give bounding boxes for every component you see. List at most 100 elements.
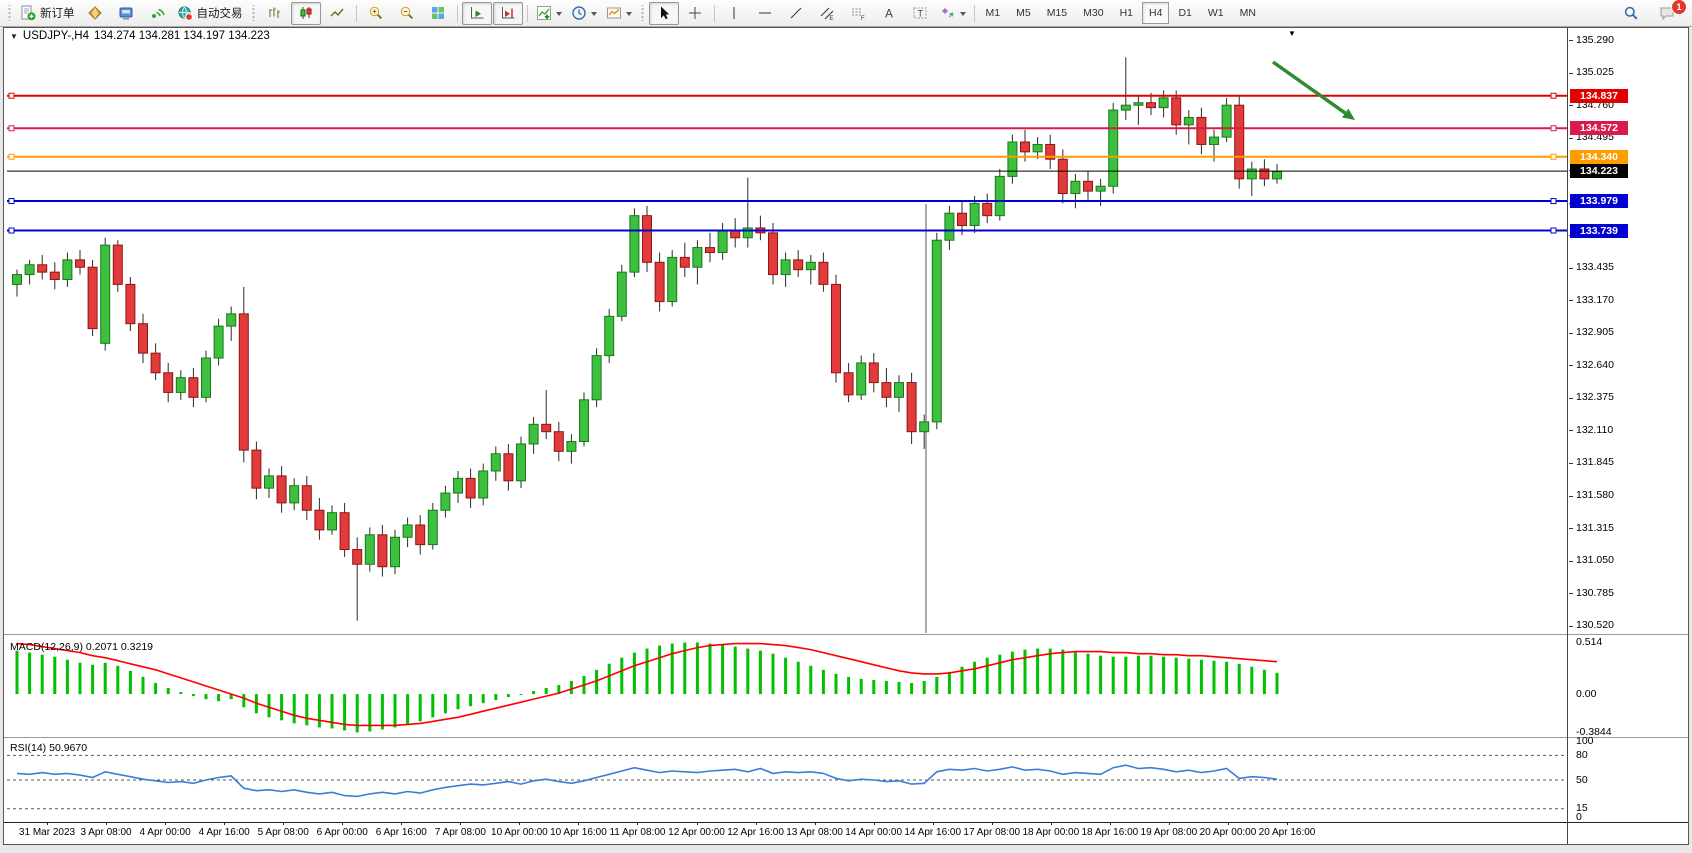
zoom-in-button[interactable] [361,2,391,25]
new-order-button[interactable]: 新订单 [16,2,79,25]
candle-body [1210,137,1219,144]
metaeditor-button[interactable] [111,2,141,25]
price-chart-plot[interactable] [7,34,1567,633]
price-tick-label: 132.640 [1576,359,1614,372]
line-chart-button[interactable] [322,2,352,25]
chart-shift-button[interactable] [493,2,523,25]
price-tick-label: 130.520 [1576,619,1614,632]
timeframe-m30[interactable]: M30 [1076,2,1110,24]
shapes-tool-button[interactable] [936,2,970,25]
horizontal-line-tool-button[interactable] [750,2,780,25]
candle-body [781,260,790,275]
line-end-marker[interactable] [9,199,14,204]
bar-chart-button[interactable] [260,2,290,25]
rsi-panel-plot[interactable] [7,739,1567,821]
notifications-button[interactable]: 1 [1652,2,1682,25]
timeframe-m1[interactable]: M1 [979,2,1008,24]
auto-trading-button[interactable]: 自动交易 [173,2,247,25]
panel-divider[interactable] [4,737,1688,741]
price-tick-label: 135.025 [1576,66,1614,79]
timeframe-h4[interactable]: H4 [1142,2,1169,24]
candle-body [277,476,286,503]
candle-body [214,326,223,358]
macd-histogram-bar [1200,660,1203,694]
fibonacci-tool-button[interactable]: F [843,2,873,25]
macd-histogram-bar [507,694,510,697]
time-axis-label: 3 Apr 08:00 [80,827,131,838]
macd-histogram-bar [129,671,132,694]
line-end-marker[interactable] [9,154,14,159]
vertical-line-tool-button[interactable] [719,2,749,25]
channel-tool-button[interactable]: E [812,2,842,25]
timeframe-mn[interactable]: MN [1233,2,1263,24]
macd-histogram-bar [41,655,44,694]
trendline-tool-button[interactable] [781,2,811,25]
time-axis-label: 20 Apr 16:00 [1259,827,1316,838]
chart-symbol-period: USDJPY-,H4 [23,30,89,42]
time-tick-mark [106,822,107,825]
periods-button[interactable] [567,2,601,25]
candle-body [328,513,337,530]
chart-title[interactable]: ▼ USDJPY-,H4 134.274 134.281 134.197 134… [10,30,270,42]
panel-divider[interactable] [4,634,1688,638]
candle-body [416,525,425,545]
line-end-marker[interactable] [9,228,14,233]
zoom-out-button[interactable] [392,2,422,25]
macd-histogram-bar [532,691,535,694]
time-tick-mark [460,822,461,825]
time-axis[interactable]: 31 Mar 20233 Apr 08:004 Apr 00:004 Apr 1… [7,825,1567,841]
crosshair-button[interactable] [680,2,710,25]
price-axis[interactable]: 135.290135.025134.760134.495134.230133.9… [1568,28,1688,844]
candle-body [517,444,526,481]
time-tick-mark [933,822,934,825]
line-end-marker[interactable] [1551,228,1556,233]
candle-body [126,284,135,323]
timeframe-h1[interactable]: H1 [1113,2,1140,24]
candle-body [403,525,412,537]
toolbar-separator [457,5,458,22]
line-end-marker[interactable] [1551,93,1556,98]
line-end-marker[interactable] [1551,126,1556,131]
templates-button[interactable] [602,2,636,25]
search-button[interactable] [1616,2,1646,25]
price-shift-marker-icon[interactable]: ▼ [1288,29,1296,38]
rsi-axis-label: 50 [1576,774,1588,787]
signals-button[interactable] [142,2,172,25]
timeframe-m15[interactable]: M15 [1040,2,1074,24]
line-end-marker[interactable] [1551,199,1556,204]
timeframe-d1[interactable]: D1 [1171,2,1198,24]
text-tool-button[interactable]: A [874,2,904,25]
macd-panel-plot[interactable] [7,638,1567,736]
macd-histogram-bar [872,680,875,694]
line-end-marker[interactable] [9,93,14,98]
candle-body [1033,144,1042,151]
chart-dropdown-icon[interactable]: ▼ [10,32,18,41]
market-watch-button[interactable] [80,2,110,25]
indicators-button[interactable] [532,2,566,25]
cursor-button[interactable] [649,2,679,25]
candle-body [63,260,72,280]
gold-gem-icon [87,5,103,21]
price-tick-mark [1569,105,1573,106]
trend-arrow-annotation[interactable] [1273,62,1345,113]
time-tick-mark [874,822,875,825]
candle-body [1197,117,1206,144]
text-label-tool-button[interactable]: T [905,2,935,25]
line-end-marker[interactable] [1551,154,1556,159]
candle-body [970,203,979,225]
macd-histogram-bar [986,658,989,694]
candlestick-chart-button[interactable] [291,2,321,25]
candle-body [1147,103,1156,108]
candle-body [391,537,400,566]
time-tick-mark [519,822,520,825]
timeframe-w1[interactable]: W1 [1201,2,1231,24]
candle-body [869,363,878,383]
timeframe-m5[interactable]: M5 [1009,2,1038,24]
bid-price-badge: 134.223 [1570,164,1628,178]
macd-histogram-bar [721,645,724,695]
time-axis-label: 12 Apr 00:00 [668,827,725,838]
tile-windows-button[interactable] [423,2,453,25]
candle-body [189,378,198,398]
auto-scroll-button[interactable] [462,2,492,25]
line-end-marker[interactable] [9,126,14,131]
